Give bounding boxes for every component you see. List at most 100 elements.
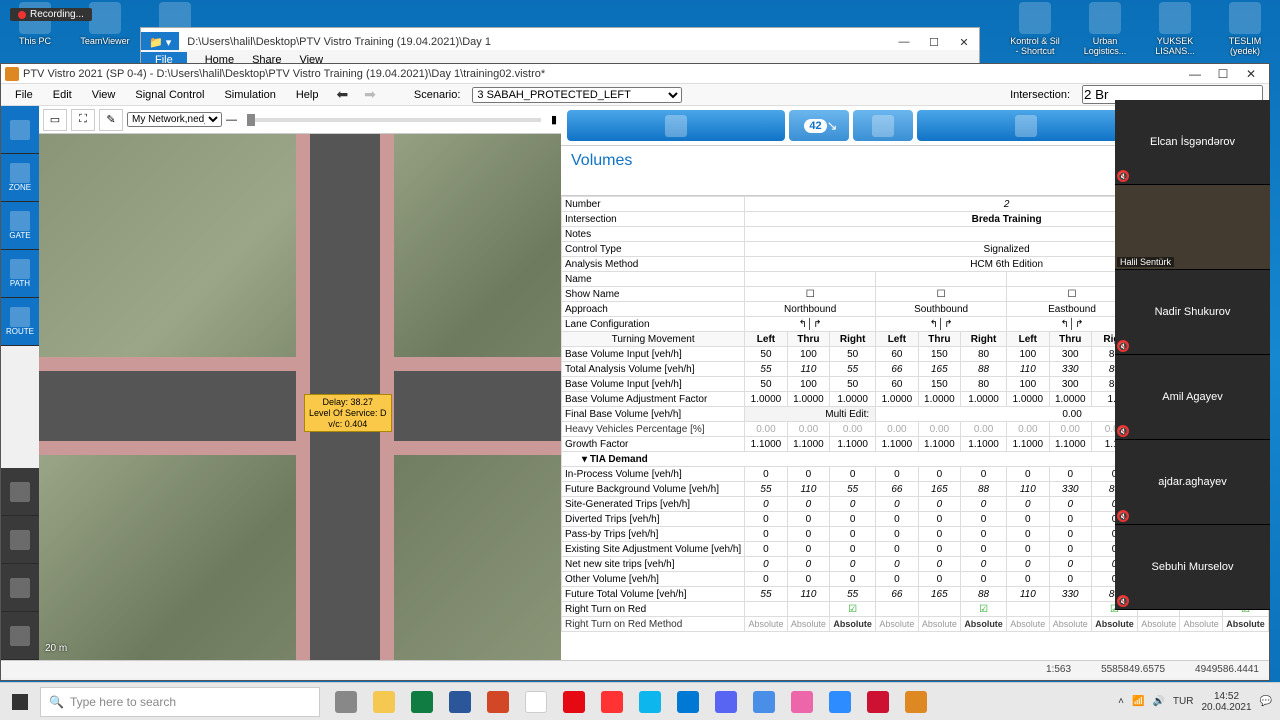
tool-misc[interactable] bbox=[1, 468, 39, 516]
cell[interactable]: 1.1000 bbox=[1007, 437, 1049, 452]
cell[interactable]: 0 bbox=[830, 512, 876, 527]
cell[interactable]: Absolute bbox=[918, 617, 960, 632]
taskbar-app[interactable] bbox=[784, 685, 820, 719]
cell[interactable]: 1.1000 bbox=[1049, 437, 1091, 452]
cell[interactable]: 0 bbox=[961, 557, 1007, 572]
taskbar-app[interactable] bbox=[822, 685, 858, 719]
taskbar-app[interactable] bbox=[518, 685, 554, 719]
cell[interactable]: 1.0000 bbox=[745, 392, 787, 407]
map-canvas[interactable]: Delay: 38.27 Level Of Service: D v/c: 0.… bbox=[39, 134, 561, 660]
cell[interactable]: 110 bbox=[787, 362, 829, 377]
search-input[interactable]: 🔍 Type here to search bbox=[40, 687, 320, 717]
cell[interactable]: 0 bbox=[876, 467, 918, 482]
system-tray[interactable]: ˄ 📶 🔊 TUR 14:5220.04.2021 💬 bbox=[1110, 691, 1280, 713]
cell[interactable]: 100 bbox=[1007, 377, 1049, 392]
cell[interactable]: 0 bbox=[787, 557, 829, 572]
cell[interactable]: 0 bbox=[787, 467, 829, 482]
cell[interactable]: 0 bbox=[787, 527, 829, 542]
cell[interactable]: 100 bbox=[787, 347, 829, 362]
start-button[interactable] bbox=[0, 683, 40, 720]
cell[interactable]: 0 bbox=[961, 542, 1007, 557]
cell[interactable]: 1.1000 bbox=[961, 437, 1007, 452]
cell[interactable]: Absolute bbox=[876, 617, 918, 632]
cell[interactable]: 0 bbox=[787, 512, 829, 527]
taskbar-app[interactable] bbox=[860, 685, 896, 719]
cell[interactable]: 0 bbox=[1049, 557, 1091, 572]
cell[interactable]: 0 bbox=[1049, 542, 1091, 557]
cell[interactable]: Absolute bbox=[745, 617, 787, 632]
tray-chevron-icon[interactable]: ˄ bbox=[1118, 696, 1124, 707]
cell[interactable]: 55 bbox=[830, 482, 876, 497]
cell[interactable]: 0 bbox=[961, 467, 1007, 482]
cell[interactable]: 330 bbox=[1049, 362, 1091, 377]
cell[interactable]: 0 bbox=[1007, 497, 1049, 512]
cell[interactable]: 110 bbox=[787, 587, 829, 602]
cell[interactable]: 0 bbox=[745, 497, 787, 512]
nav-back-icon[interactable]: ⬅ bbox=[330, 86, 354, 103]
tool-misc[interactable] bbox=[1, 516, 39, 564]
cell[interactable]: 0 bbox=[830, 557, 876, 572]
cell[interactable]: 0 bbox=[1007, 572, 1049, 587]
explorer-path[interactable]: D:\Users\halil\Desktop\PTV Vistro Traini… bbox=[179, 36, 889, 48]
cell[interactable]: 0 bbox=[876, 557, 918, 572]
cell[interactable]: 0 bbox=[787, 542, 829, 557]
lane-config-icon[interactable]: ↰│↱ bbox=[745, 317, 876, 332]
taskbar-app[interactable] bbox=[480, 685, 516, 719]
taskbar-app[interactable] bbox=[442, 685, 478, 719]
cell[interactable]: 330 bbox=[1049, 587, 1091, 602]
cell[interactable]: 0 bbox=[745, 572, 787, 587]
cell[interactable]: 1.1000 bbox=[745, 437, 787, 452]
cell[interactable]: 300 bbox=[1049, 347, 1091, 362]
taskbar-app[interactable] bbox=[898, 685, 934, 719]
cell[interactable]: 55 bbox=[745, 482, 787, 497]
cell[interactable]: 60 bbox=[876, 347, 918, 362]
taskbar-app[interactable] bbox=[366, 685, 402, 719]
cell[interactable]: 66 bbox=[876, 362, 918, 377]
desktop-icon[interactable]: Kontrol & Sil - Shortcut bbox=[1010, 2, 1060, 58]
cell[interactable]: 0 bbox=[876, 512, 918, 527]
cell[interactable]: 0 bbox=[830, 542, 876, 557]
tab-traffic[interactable] bbox=[567, 110, 785, 141]
cell[interactable]: 0 bbox=[918, 557, 960, 572]
nav-forward-icon[interactable]: ➡ bbox=[358, 86, 382, 103]
cell[interactable]: 0 bbox=[830, 467, 876, 482]
participant-card[interactable]: ajdar.aghayev🔇 bbox=[1115, 440, 1270, 525]
cell[interactable]: 88 bbox=[961, 482, 1007, 497]
tab-signal[interactable] bbox=[853, 110, 913, 141]
cell[interactable]: 0 bbox=[1007, 557, 1049, 572]
cell[interactable]: 0 bbox=[1007, 527, 1049, 542]
cell[interactable]: 0 bbox=[787, 572, 829, 587]
cell[interactable]: 0 bbox=[745, 467, 787, 482]
cell[interactable]: 0 bbox=[1049, 527, 1091, 542]
cell[interactable]: 55 bbox=[830, 362, 876, 377]
cell[interactable]: 0 bbox=[1049, 512, 1091, 527]
cell[interactable]: 0.00 bbox=[1049, 422, 1091, 437]
participant-card[interactable]: Elcan İsgəndərov🔇 bbox=[1115, 100, 1270, 185]
cell[interactable]: 0 bbox=[918, 512, 960, 527]
cell[interactable]: 66 bbox=[876, 587, 918, 602]
cell[interactable]: 0.00 bbox=[787, 422, 829, 437]
checkbox[interactable]: ☐ bbox=[745, 287, 876, 302]
taskbar-app[interactable] bbox=[404, 685, 440, 719]
cell[interactable]: 0.00 bbox=[745, 422, 787, 437]
minimize-button[interactable]: — bbox=[1181, 65, 1209, 83]
cell[interactable]: 0.00 bbox=[876, 422, 918, 437]
cell[interactable]: 0 bbox=[1049, 497, 1091, 512]
tray-notifications-icon[interactable]: 💬 bbox=[1260, 696, 1272, 707]
maximize-button[interactable]: ☐ bbox=[1209, 65, 1237, 83]
cell[interactable]: 165 bbox=[918, 587, 960, 602]
cell[interactable]: 0 bbox=[918, 572, 960, 587]
map-area[interactable]: ▭ ⛶ ✎ My Network,ned_ca... — ▮ Delay: 38… bbox=[39, 106, 561, 660]
tool-misc[interactable] bbox=[1, 612, 39, 660]
cell[interactable]: 1.1000 bbox=[918, 437, 960, 452]
cell[interactable]: 165 bbox=[918, 362, 960, 377]
cell[interactable]: 110 bbox=[1007, 362, 1049, 377]
cell[interactable]: 1.0000 bbox=[876, 392, 918, 407]
cell[interactable]: 0 bbox=[961, 512, 1007, 527]
cell[interactable]: 1.1000 bbox=[787, 437, 829, 452]
cell[interactable]: 1.1000 bbox=[830, 437, 876, 452]
cell[interactable]: 1.0000 bbox=[1007, 392, 1049, 407]
cell[interactable]: 0 bbox=[787, 497, 829, 512]
cell[interactable]: 165 bbox=[918, 482, 960, 497]
cell[interactable]: 0 bbox=[918, 467, 960, 482]
